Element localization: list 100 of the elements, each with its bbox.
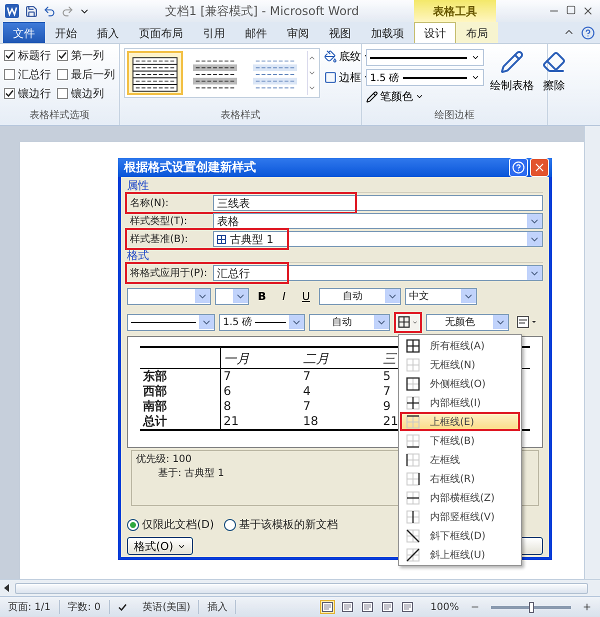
group-label: 表格样式 [220,108,262,123]
border-icon [406,490,420,504]
close-icon[interactable] [530,158,549,177]
preview-cell: 8 [224,399,232,413]
shading-dropdown[interactable]: 无颜色 [426,314,509,330]
view-icon[interactable] [400,600,416,614]
redo-icon[interactable] [61,4,74,18]
paint-bucket-icon [324,50,337,63]
underline-button[interactable]: U [297,288,315,304]
pen-color-button[interactable]: 笔颜色 [366,89,484,104]
radio-button[interactable] [127,518,139,530]
ribbon-tab[interactable]: 加载项 [361,22,414,43]
preview-cell: 6 [224,384,232,398]
border-icon [406,338,420,352]
ribbon-tab[interactable]: 视图 [319,22,361,43]
radio-label: 仅限此文档(D) [142,517,214,532]
ribbon-tab[interactable]: 引用 [193,22,235,43]
checkbox[interactable] [4,50,15,61]
checkbox[interactable] [57,50,68,61]
border-button[interactable] [394,312,422,332]
field-value: 古典型 1 [230,232,274,246]
menu-item[interactable]: 上框线(E) [400,412,520,431]
line-weight-dropdown[interactable]: 1.5 磅 [219,314,305,330]
checkbox-label: 标题行 [18,48,51,63]
view-icon[interactable] [380,600,396,614]
border-icon [406,510,420,524]
check-icon [118,602,127,612]
vertical-scrollbar[interactable] [584,126,600,579]
zoom-level: 100% [430,602,459,612]
undo-icon[interactable] [43,4,56,18]
preview-cell: 18 [303,414,318,428]
zoom-in-icon[interactable] [582,602,592,612]
border-icon [406,434,420,448]
checkbox[interactable] [57,69,68,80]
maximize-icon[interactable] [566,5,576,17]
ribbon-tab[interactable]: 文件 [3,22,45,43]
view-icon[interactable] [320,600,336,614]
caret-icon [415,92,424,101]
script-dropdown[interactable]: 中文 [405,288,477,304]
checkbox[interactable] [4,88,15,99]
horizontal-scrollbar[interactable] [0,579,600,596]
preview-cell: 21 [383,414,398,428]
ribbon-button[interactable]: 擦除 [540,48,568,104]
dropdown-field[interactable]: 表格 [213,213,543,229]
dropdown-field[interactable]: 古典型 1 [213,231,543,247]
size-dropdown[interactable] [215,288,249,304]
scroll-left-icon[interactable] [4,584,9,592]
ribbon-tab[interactable]: 页面布局 [129,22,193,43]
insert-mode: 插入 [199,600,236,614]
dropdown-value: 自动 [331,316,353,329]
preview-cell: 21 [224,414,239,428]
dropdown-field[interactable]: 汇总行 [213,265,543,281]
border-color-dropdown[interactable]: 自动 [309,314,390,330]
zoom-slider-thumb[interactable] [529,602,534,612]
ribbon-button[interactable]: 底纹 [324,49,372,64]
line-style-dropdown[interactable] [366,49,484,66]
save-icon[interactable] [25,4,38,18]
preview-header: 二月 [303,352,329,367]
ribbon-tab[interactable]: 设计 [414,22,456,43]
close-icon[interactable] [582,5,594,17]
font-color-dropdown[interactable]: 自动 [319,288,401,304]
bold-button[interactable]: B [253,288,271,304]
preview-cell: 9 [383,399,391,413]
align-icon[interactable] [517,316,537,328]
field-value: 表格 [217,214,239,228]
field-label: 将格式应用于(P): [129,266,208,280]
checkbox[interactable] [57,88,68,99]
view-icon[interactable] [360,600,376,614]
radio-button[interactable] [224,518,236,530]
font-dropdown[interactable] [127,288,211,304]
field-value: 三线表 [217,196,250,210]
ribbon-button[interactable]: 绘制表格 [488,48,536,104]
dropdown-value: 自动 [342,290,364,303]
border-icon [406,414,420,428]
line-style-dropdown[interactable] [127,314,215,330]
input-field[interactable]: 三线表 [213,195,543,211]
ribbon-button[interactable]: 边框 [324,70,372,85]
help-icon[interactable] [581,26,595,40]
checkbox-label: 第一列 [71,48,104,63]
italic-button[interactable]: I [275,288,293,304]
view-icon[interactable] [340,600,356,614]
table-style-thumbnail[interactable] [127,51,183,95]
word-count: 字数: 0 [60,600,110,614]
line-weight-dropdown[interactable]: 1.5 磅 [366,69,484,86]
checkbox[interactable] [4,69,15,80]
border-icon [406,528,420,542]
field-label: 样式类型(T): [129,214,188,228]
preview-header: 三 [383,352,396,367]
format-button[interactable]: 格式(O) [127,537,194,555]
language-status: 英语(美国) [134,600,200,614]
ribbon-tab[interactable]: 开始 [45,22,87,43]
check-icon [58,51,67,60]
ribbon-tab[interactable]: 插入 [87,22,129,43]
ribbon-tab[interactable]: 布局 [456,22,498,43]
caret-icon [412,318,418,326]
checkbox-label: 汇总行 [18,67,51,82]
group-label: 绘图边框 [434,108,476,123]
group-label: 表格样式选项 [28,108,90,123]
ribbon-tab[interactable]: 邮件 [235,22,277,43]
ribbon-tab[interactable]: 审阅 [277,22,319,43]
